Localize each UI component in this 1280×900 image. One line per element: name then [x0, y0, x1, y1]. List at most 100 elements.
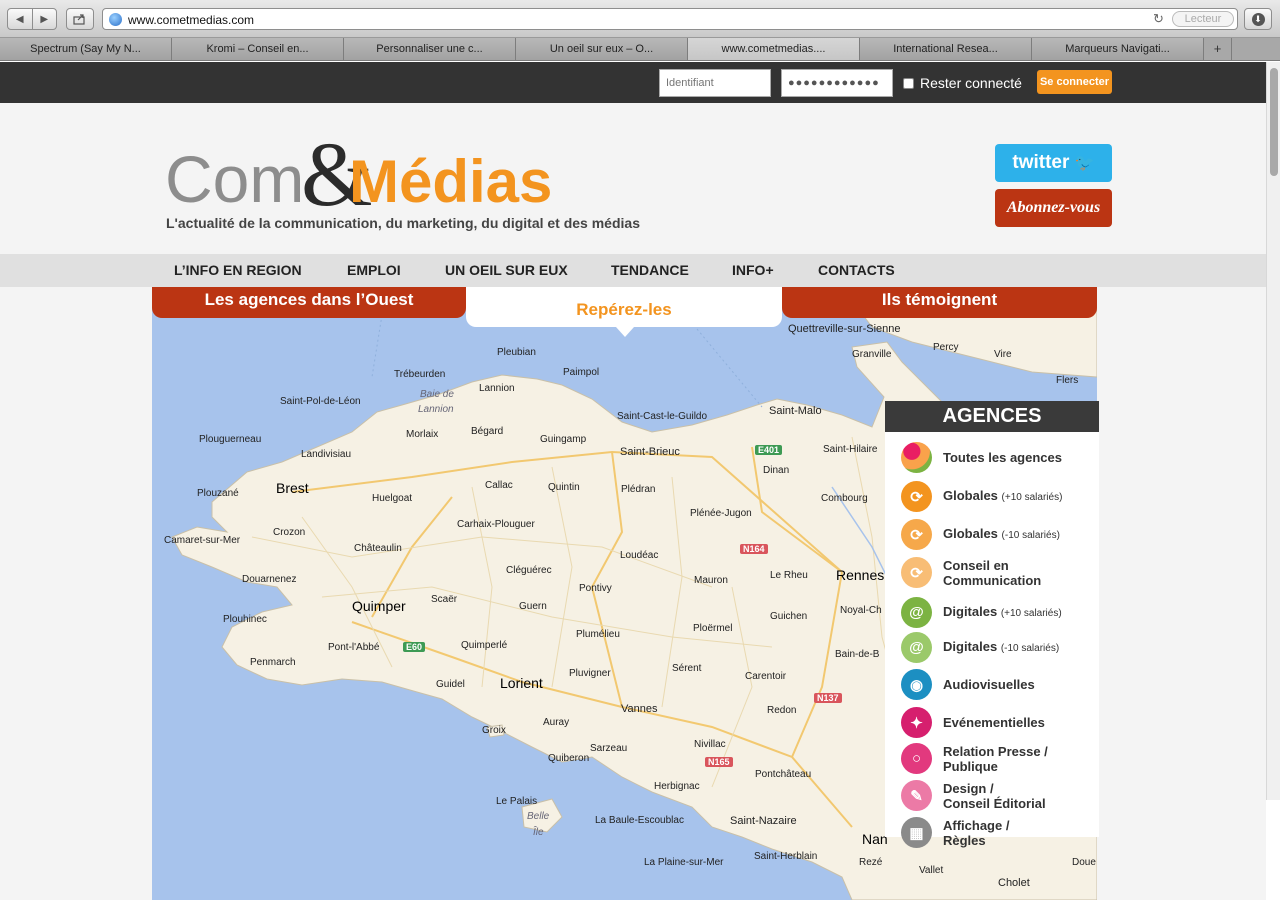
map-label: Flers [1056, 375, 1079, 386]
map-label: Scaër [431, 594, 458, 605]
twitter-label: twitter [1012, 152, 1070, 173]
road-shield: N165 [705, 757, 733, 767]
agency-filter-design[interactable]: ✎ Design / Conseil Éditorial [901, 780, 1046, 811]
address-bar[interactable]: www.cometmedias.com ↻ Lecteur [102, 8, 1238, 30]
agency-filter-global-minus[interactable]: ⟳ Globales (-10 salariés) [901, 519, 1060, 550]
tab-agences-ouest[interactable]: Les agences dans l’Ouest [152, 287, 466, 318]
login-button[interactable]: Se connecter [1037, 70, 1112, 94]
map-label: Pontchâteau [755, 769, 812, 780]
subscribe-button[interactable]: Abonnez-vous [995, 189, 1112, 227]
twitter-bird-icon: 🐦 [1074, 155, 1095, 172]
browser-tab[interactable]: International Resea... [860, 38, 1032, 60]
map-label: Quiberon [548, 753, 590, 764]
map-label: Vallet [919, 865, 944, 876]
map-label: Huelgoat [372, 493, 413, 504]
agency-filter-digital-plus[interactable]: @ Digitales (+10 salariés) [901, 597, 1062, 628]
password-input[interactable] [781, 69, 893, 97]
map-label: Camaret-sur-Mer [164, 535, 241, 546]
menu-item-info-region[interactable]: L’INFO EN REGION [174, 254, 302, 287]
tab-reperez-les[interactable]: Repérez-les [466, 287, 782, 327]
site-logo[interactable]: Com & Médias [165, 123, 585, 225]
map-label: Plumélieu [576, 629, 620, 640]
agency-label: Toutes les agences [943, 450, 1062, 465]
agency-filter-global-plus[interactable]: ⟳ Globales (+10 salariés) [901, 481, 1062, 512]
map-label: Percy [933, 342, 959, 353]
map-label: Plénée-Jugon [690, 508, 752, 519]
username-input[interactable] [659, 69, 771, 97]
map-label: Auray [543, 717, 570, 728]
map-label: Carhaix-Plouguer [457, 519, 535, 530]
agency-label: Globales (+10 salariés) [943, 488, 1063, 503]
agency-filter-event[interactable]: ✦ Evénementielles [901, 707, 1045, 738]
map-label: Baie de [420, 389, 454, 400]
map-label: Lannion [418, 404, 454, 415]
agency-label: Affichage / Règles [943, 817, 1010, 848]
downloads-button[interactable]: ⬇ [1244, 8, 1272, 30]
map-label: Pontivy [579, 583, 612, 594]
map-label: Dinan [763, 465, 790, 476]
forward-arrow-icon[interactable]: ▶ [31, 9, 57, 29]
browser-tab[interactable]: Marqueurs Navigati... [1032, 38, 1204, 60]
menu-item-oeil[interactable]: UN OEIL SUR EUX [445, 254, 568, 287]
map-label: Saint-Pol-de-Léon [280, 396, 361, 407]
reload-icon[interactable]: ↻ [1153, 11, 1164, 27]
tab-temoignent[interactable]: Ils témoignent [782, 287, 1097, 318]
map-label: Quimperlé [461, 640, 508, 651]
reader-button[interactable]: Lecteur [1172, 11, 1234, 27]
map-label: Le Rheu [770, 570, 808, 581]
map-label: Quintin [548, 482, 580, 493]
menu-item-info-plus[interactable]: INFO+ [732, 254, 774, 287]
menu-item-tendance[interactable]: TENDANCE [611, 254, 689, 287]
map-label: Brest [276, 480, 309, 496]
agency-filter-conseil[interactable]: ⟳ Conseil en Communication [901, 557, 1041, 588]
agences-panel: AGENCES Toutes les agences ⟳ Globales (+… [885, 401, 1099, 848]
agency-filter-all[interactable]: Toutes les agences [901, 442, 1062, 473]
agency-label: Evénementielles [943, 715, 1045, 730]
map-label: Granville [852, 349, 892, 360]
map-label: Combourg [821, 493, 868, 504]
map-label: Saint-Nazaire [730, 815, 797, 827]
map-label: Quimper [352, 598, 406, 614]
agency-filter-audiovisual[interactable]: ◉ Audiovisuelles [901, 669, 1035, 700]
map-label: Douarnenez [242, 574, 297, 585]
nav-buttons: ◀ ▶ [7, 8, 57, 30]
map-label: Sérent [672, 663, 702, 674]
share-icon[interactable] [66, 8, 94, 30]
agency-label: Digitales (+10 salariés) [943, 604, 1062, 619]
map-label: Bégard [471, 426, 504, 437]
agency-filter-digital-minus[interactable]: @ Digitales (-10 salariés) [901, 632, 1059, 663]
scrollbar-thumb[interactable] [1270, 68, 1278, 176]
new-tab-icon[interactable]: + [1204, 38, 1232, 60]
remember-checkbox[interactable] [903, 77, 914, 89]
map-label: Carentoir [745, 671, 787, 682]
map-label: Plédran [621, 484, 656, 495]
menu-item-emploi[interactable]: EMPLOI [347, 254, 401, 287]
map-label: Pont-l'Abbé [328, 642, 380, 653]
agency-label: Digitales (-10 salariés) [943, 639, 1060, 654]
map-label: Doue [1072, 857, 1096, 868]
globe-icon [109, 13, 122, 26]
url-text[interactable]: www.cometmedias.com [128, 13, 254, 27]
browser-tab-active[interactable]: www.cometmedias.... [688, 38, 860, 60]
menu-item-contacts[interactable]: CONTACTS [818, 254, 895, 287]
browser-tab[interactable]: Un oeil sur eux – O... [516, 38, 688, 60]
main-menu: L’INFO EN REGION EMPLOI UN OEIL SUR EUX … [0, 254, 1266, 287]
map-label: Guern [519, 601, 547, 612]
browser-tab[interactable]: Kromi – Conseil en... [172, 38, 344, 60]
agences-title: AGENCES [885, 401, 1099, 432]
remember-me[interactable]: Rester connecté [903, 75, 1022, 91]
twitter-button[interactable]: twitter 🐦 [995, 144, 1112, 182]
map-label: Belle [527, 811, 550, 822]
map-label: Bain-de-B [835, 649, 880, 660]
event-icon: ✦ [901, 707, 932, 738]
back-arrow-icon[interactable]: ◀ [8, 9, 32, 29]
page-scrollbar[interactable] [1266, 62, 1280, 800]
road-shield: N164 [740, 544, 768, 554]
tab-pointer-arrow [616, 327, 634, 337]
map-label: Île [533, 827, 544, 838]
browser-tab[interactable]: Personnaliser une c... [344, 38, 516, 60]
browser-tab[interactable]: Spectrum (Say My N... [0, 38, 172, 60]
agency-filter-press[interactable]: ○ Relation Presse / Publique [901, 743, 1048, 774]
agency-filter-display[interactable]: ▦ Affichage / Règles [901, 817, 1009, 848]
map-label: Saint-Cast-le-Guildo [617, 411, 708, 422]
